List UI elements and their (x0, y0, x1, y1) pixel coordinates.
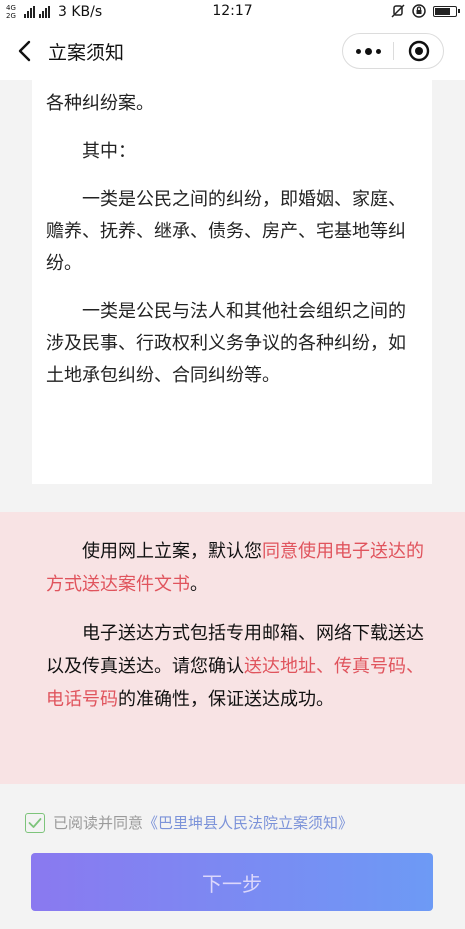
lock-rotation-icon (412, 4, 426, 18)
nav-bar: 立案须知 (0, 24, 465, 80)
check-icon (28, 817, 42, 828)
agree-checkbox[interactable] (25, 812, 45, 833)
card-paragraph-2: 其中： (82, 141, 136, 162)
dot-icon (355, 48, 361, 54)
more-button[interactable] (343, 34, 393, 68)
card-paragraph-4: 一类是公民与法人和其他社会组织之间的涉及民事、行政权利义务争议的各种纠纷，如土地… (46, 301, 406, 386)
agree-label: 已阅读并同意 (53, 814, 144, 832)
agreement-link[interactable]: 《巴里坤县人民法院立案须知》 (143, 812, 353, 833)
chevron-left-icon (18, 40, 31, 62)
back-button[interactable] (10, 36, 40, 66)
notice-paragraph-2: 电子送达方式包括专用邮箱、网络下载送达以及传真送达。请您确认送达地址、传真号码、… (46, 617, 430, 716)
card-paragraph-1: 社会组织之间涉及民事、行政权利义务争议的各种纠纷案。 (46, 80, 406, 114)
target-close-icon (408, 40, 429, 62)
battery-icon (433, 5, 460, 17)
status-right (391, 4, 460, 18)
close-mini-program-button[interactable] (394, 34, 443, 68)
status-bar: 4G 2G 3 KB/s 12:17 (0, 0, 465, 24)
card-text: 社会组织之间涉及民事、行政权利义务争议的各种纠纷案。 其中： 一类是公民之间的纠… (46, 80, 418, 408)
dot-icon (364, 47, 372, 55)
e-delivery-notice: 使用网上立案，默认您同意使用电子送达的方式送达案件文书。 电子送达方式包括专用邮… (0, 512, 465, 784)
mini-program-capsule (342, 33, 444, 69)
mute-icon (391, 4, 405, 18)
notice-text: 使用网上立案，默认您同意使用电子送达的方式送达案件文书。 电子送达方式包括专用邮… (46, 535, 430, 732)
next-step-button[interactable]: 下一步 (31, 853, 433, 911)
page-title: 立案须知 (48, 42, 125, 64)
agreement-row: 已阅读并同意 《巴里坤县人民法院立案须知》 (25, 812, 353, 833)
notice-text-1b: 。 (190, 574, 208, 595)
notice-paragraph-1: 使用网上立案，默认您同意使用电子送达的方式送达案件文书。 (46, 535, 430, 601)
notice-text-2b: 的准确性，保证送达成功。 (118, 689, 334, 710)
notice-content-card[interactable]: 社会组织之间涉及民事、行政权利义务争议的各种纠纷案。 其中： 一类是公民之间的纠… (32, 80, 432, 484)
notice-text-1a: 使用网上立案，默认您 (82, 541, 262, 562)
card-paragraph-3: 一类是公民之间的纠纷，即婚姻、家庭、赡养、抚养、继承、债务、房产、宅基地等纠纷。 (46, 189, 406, 274)
dot-icon (375, 48, 381, 54)
